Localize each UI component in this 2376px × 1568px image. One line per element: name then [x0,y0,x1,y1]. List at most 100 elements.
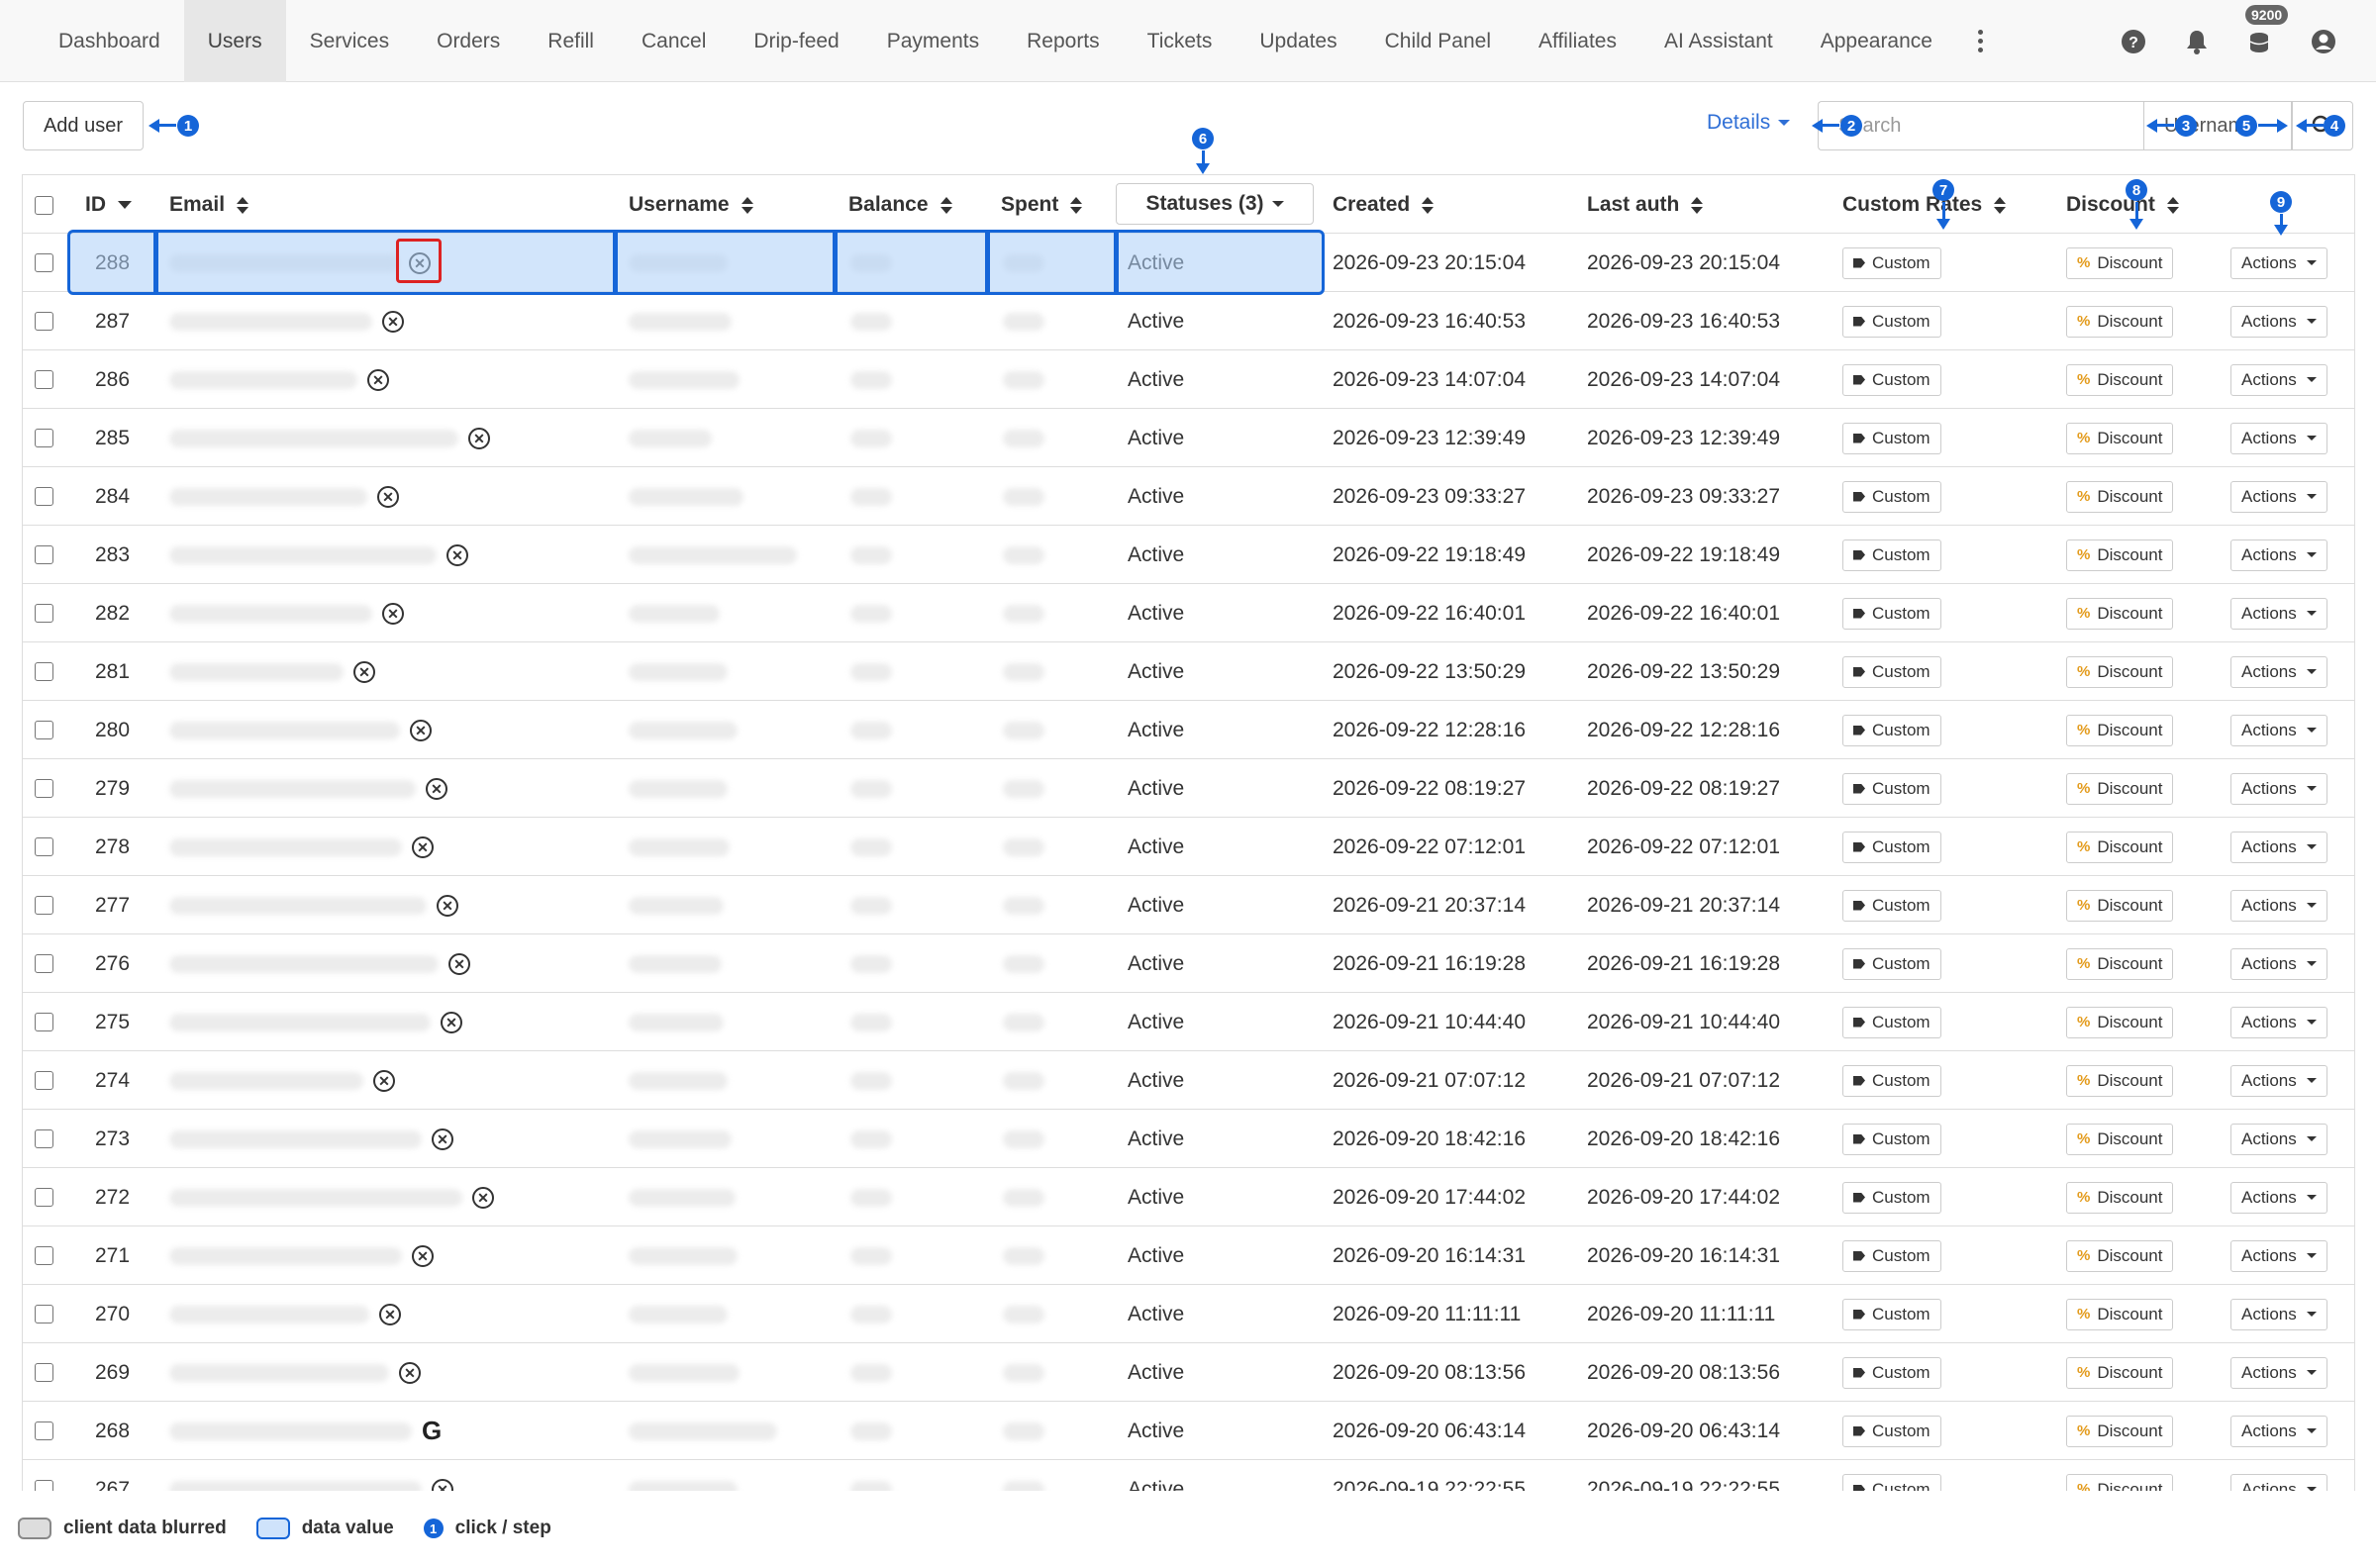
unlink-icon[interactable]: ✕ [367,368,389,391]
unlink-icon[interactable]: ✕ [373,1069,395,1092]
row-checkbox[interactable] [35,467,53,526]
discount-button[interactable]: % Discount [2066,246,2174,279]
row-checkbox[interactable] [35,759,53,818]
row-checkbox[interactable] [35,409,53,467]
custom-rates-button[interactable]: Custom [1842,1298,1941,1330]
unlink-icon[interactable]: ✕ [468,427,490,449]
header-username[interactable]: Username [629,175,753,235]
row-checkbox[interactable] [35,1168,53,1226]
custom-rates-button[interactable]: Custom [1842,947,1941,980]
actions-dropdown-button[interactable]: Actions [2230,772,2327,805]
header-balance[interactable]: Balance [848,175,952,235]
discount-button[interactable]: % Discount [2066,772,2174,805]
nav-item-services[interactable]: Services [286,0,414,82]
unlink-icon[interactable]: ✕ [446,543,468,566]
unlink-icon[interactable]: ✕ [412,835,434,858]
custom-rates-button[interactable]: Custom [1842,831,1941,863]
coins-icon[interactable]: 9200 [2245,4,2289,54]
custom-rates-button[interactable]: Custom [1842,422,1941,454]
actions-dropdown-button[interactable]: Actions [2230,1473,2327,1491]
discount-button[interactable]: % Discount [2066,1415,2174,1447]
custom-rates-button[interactable]: Custom [1842,1415,1941,1447]
row-checkbox[interactable] [35,934,53,993]
custom-rates-button[interactable]: Custom [1842,1473,1941,1491]
row-checkbox[interactable] [35,1226,53,1285]
header-last-auth[interactable]: Last auth [1587,175,1704,235]
discount-button[interactable]: % Discount [2066,655,2174,688]
unlink-icon[interactable]: ✕ [353,660,375,683]
row-checkbox[interactable] [35,1285,53,1343]
row-checkbox[interactable] [35,701,53,759]
actions-dropdown-button[interactable]: Actions [2230,1298,2327,1330]
discount-button[interactable]: % Discount [2066,831,2174,863]
row-checkbox[interactable] [35,993,53,1051]
actions-dropdown-button[interactable]: Actions [2230,363,2327,396]
actions-dropdown-button[interactable]: Actions [2230,889,2327,922]
nav-item-cancel[interactable]: Cancel [618,0,730,82]
nav-item-child-panel[interactable]: Child Panel [1361,0,1515,82]
actions-dropdown-button[interactable]: Actions [2230,1239,2327,1272]
nav-item-reports[interactable]: Reports [1003,0,1124,82]
row-checkbox[interactable] [35,584,53,642]
discount-button[interactable]: % Discount [2066,889,2174,922]
discount-button[interactable]: % Discount [2066,422,2174,454]
custom-rates-button[interactable]: Custom [1842,1064,1941,1097]
nav-item-orders[interactable]: Orders [413,0,524,82]
statuses-filter-button[interactable]: Statuses (3) [1116,183,1314,225]
discount-button[interactable]: % Discount [2066,480,2174,513]
row-checkbox[interactable] [35,526,53,584]
discount-button[interactable]: % Discount [2066,1239,2174,1272]
unlink-icon[interactable]: ✕ [432,1127,453,1150]
help-icon[interactable]: ? [2121,29,2146,54]
discount-button[interactable]: % Discount [2066,597,2174,630]
unlink-icon[interactable]: ✕ [448,952,470,975]
search-input[interactable] [1818,101,2143,150]
row-checkbox[interactable] [35,642,53,701]
unlink-icon[interactable]: ✕ [377,485,399,508]
unlink-icon[interactable]: ✕ [426,777,447,800]
discount-button[interactable]: % Discount [2066,539,2174,571]
row-checkbox[interactable] [35,876,53,934]
custom-rates-button[interactable]: Custom [1842,597,1941,630]
actions-dropdown-button[interactable]: Actions [2230,947,2327,980]
discount-button[interactable]: % Discount [2066,305,2174,338]
actions-dropdown-button[interactable]: Actions [2230,480,2327,513]
custom-rates-button[interactable]: Custom [1842,539,1941,571]
custom-rates-button[interactable]: Custom [1842,655,1941,688]
custom-rates-button[interactable]: Custom [1842,1181,1941,1214]
row-checkbox[interactable] [35,350,53,409]
actions-dropdown-button[interactable]: Actions [2230,422,2327,454]
unlink-icon[interactable]: ✕ [432,1478,453,1491]
discount-button[interactable]: % Discount [2066,1356,2174,1389]
discount-button[interactable]: % Discount [2066,363,2174,396]
custom-rates-button[interactable]: Custom [1842,1123,1941,1155]
custom-rates-button[interactable]: Custom [1842,480,1941,513]
select-all-checkbox[interactable] [35,175,53,235]
actions-dropdown-button[interactable]: Actions [2230,1356,2327,1389]
actions-dropdown-button[interactable]: Actions [2230,597,2327,630]
row-checkbox[interactable] [35,818,53,876]
actions-dropdown-button[interactable]: Actions [2230,246,2327,279]
row-checkbox[interactable] [35,1110,53,1168]
nav-item-dashboard[interactable]: Dashboard [35,0,184,82]
account-icon[interactable] [2311,29,2336,54]
nav-item-users[interactable]: Users [183,0,286,82]
actions-dropdown-button[interactable]: Actions [2230,305,2327,338]
nav-item-payments[interactable]: Payments [863,0,1003,82]
nav-item-drip-feed[interactable]: Drip-feed [730,0,862,82]
nav-item-ai-assistant[interactable]: AI Assistant [1640,0,1797,82]
actions-dropdown-button[interactable]: Actions [2230,1006,2327,1038]
more-menu-icon[interactable] [1956,0,2005,81]
discount-button[interactable]: % Discount [2066,1181,2174,1214]
discount-button[interactable]: % Discount [2066,1123,2174,1155]
actions-dropdown-button[interactable]: Actions [2230,714,2327,746]
discount-button[interactable]: % Discount [2066,1006,2174,1038]
discount-button[interactable]: % Discount [2066,947,2174,980]
custom-rates-button[interactable]: Custom [1842,1006,1941,1038]
unlink-icon[interactable]: ✕ [441,1011,462,1033]
discount-button[interactable]: % Discount [2066,1064,2174,1097]
bell-icon[interactable] [2184,29,2210,54]
unlink-icon[interactable]: ✕ [379,1303,401,1325]
custom-rates-button[interactable]: Custom [1842,772,1941,805]
custom-rates-button[interactable]: Custom [1842,889,1941,922]
